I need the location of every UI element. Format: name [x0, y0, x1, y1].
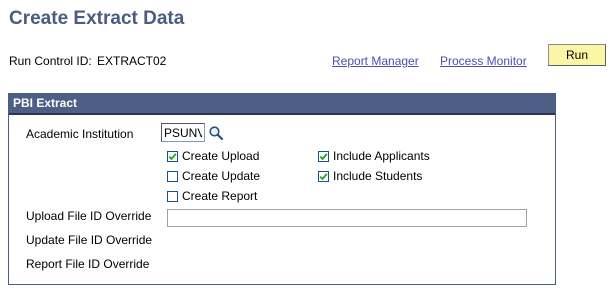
panel-header: PBI Extract [9, 93, 555, 115]
checkmark-icon [319, 172, 328, 180]
pbi-extract-panel: PBI Extract Academic Institution Create … [8, 93, 556, 285]
create-report-label: Create Report [182, 189, 258, 203]
run-button[interactable]: Run [548, 44, 606, 66]
run-control-label: Run Control ID: [9, 54, 92, 68]
create-update-checkbox[interactable]: Create Update [167, 168, 260, 184]
create-report-box [167, 190, 178, 202]
report-file-id-override-label: Report File ID Override [26, 257, 150, 271]
lookup-icon[interactable] [208, 125, 224, 141]
include-students-checkbox[interactable]: Include Students [318, 168, 422, 184]
create-upload-checkbox[interactable]: Create Upload [167, 148, 259, 164]
update-file-id-override-label: Update File ID Override [26, 233, 153, 247]
create-upload-box [167, 150, 178, 162]
include-students-box [318, 170, 329, 182]
include-applicants-label: Include Applicants [333, 149, 430, 163]
include-applicants-checkbox[interactable]: Include Applicants [318, 148, 430, 164]
academic-institution-input[interactable] [161, 123, 205, 142]
create-update-box [167, 170, 178, 182]
run-control-value: EXTRACT02 [97, 54, 167, 68]
upload-file-id-override-label: Upload File ID Override [26, 209, 152, 223]
upload-file-id-override-input[interactable] [167, 209, 527, 227]
include-applicants-box [318, 150, 329, 162]
checkmark-icon [168, 152, 177, 160]
page-title: Create Extract Data [9, 8, 185, 29]
checkmark-icon [319, 152, 328, 160]
report-manager-link[interactable]: Report Manager [332, 54, 419, 68]
create-upload-label: Create Upload [182, 149, 260, 163]
process-monitor-link[interactable]: Process Monitor [440, 54, 527, 68]
create-report-checkbox[interactable]: Create Report [167, 188, 257, 204]
create-update-label: Create Update [182, 169, 261, 183]
academic-institution-label: Academic Institution [26, 127, 134, 141]
include-students-label: Include Students [333, 169, 423, 183]
